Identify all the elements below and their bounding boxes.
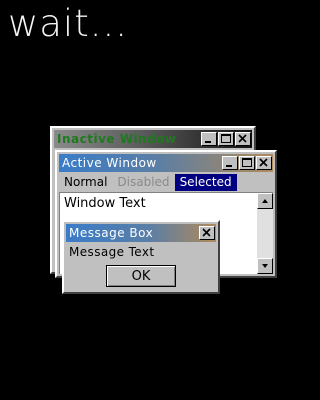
active-maximize-button[interactable] (239, 156, 255, 170)
message-text: Message Text (69, 245, 155, 259)
arrow-up-icon (262, 199, 268, 203)
minimize-icon (226, 165, 232, 167)
menu-bar: Normal Disabled Selected (59, 173, 273, 191)
inactive-maximize-button[interactable] (218, 132, 234, 146)
scroll-down-button[interactable] (257, 258, 273, 274)
close-icon (259, 158, 268, 167)
active-window-title: Active Window (62, 156, 157, 170)
active-window-titlebar[interactable]: Active Window (59, 154, 273, 172)
minimize-icon (205, 141, 211, 143)
inactive-close-button[interactable] (235, 132, 251, 146)
menu-item-normal[interactable]: Normal (59, 174, 112, 191)
inactive-minimize-button[interactable] (201, 132, 217, 146)
maximize-icon (242, 158, 252, 167)
inactive-window-titlebar[interactable]: Inactive Window (54, 130, 252, 148)
message-box-titlebar[interactable]: Message Box (66, 224, 216, 242)
scroll-up-button[interactable] (257, 193, 273, 209)
active-close-button[interactable] (256, 156, 272, 170)
inactive-window-title: Inactive Window (57, 132, 177, 146)
close-icon (202, 228, 211, 237)
message-box[interactable]: Message Box Message Text OK (62, 220, 220, 294)
close-icon (238, 134, 247, 143)
ok-button[interactable]: OK (106, 265, 176, 287)
menu-item-disabled: Disabled (112, 174, 174, 191)
arrow-down-icon (262, 264, 268, 268)
message-box-close-button[interactable] (199, 226, 215, 240)
vertical-scrollbar[interactable] (257, 193, 273, 274)
window-text: Window Text (64, 196, 146, 211)
menu-item-disabled-label: Disabled (117, 174, 170, 189)
active-minimize-button[interactable] (222, 156, 238, 170)
message-box-title: Message Box (69, 226, 154, 240)
menu-item-selected[interactable]: Selected (174, 173, 237, 191)
maximize-icon (221, 134, 231, 143)
wait-text: wait... (8, 2, 129, 45)
